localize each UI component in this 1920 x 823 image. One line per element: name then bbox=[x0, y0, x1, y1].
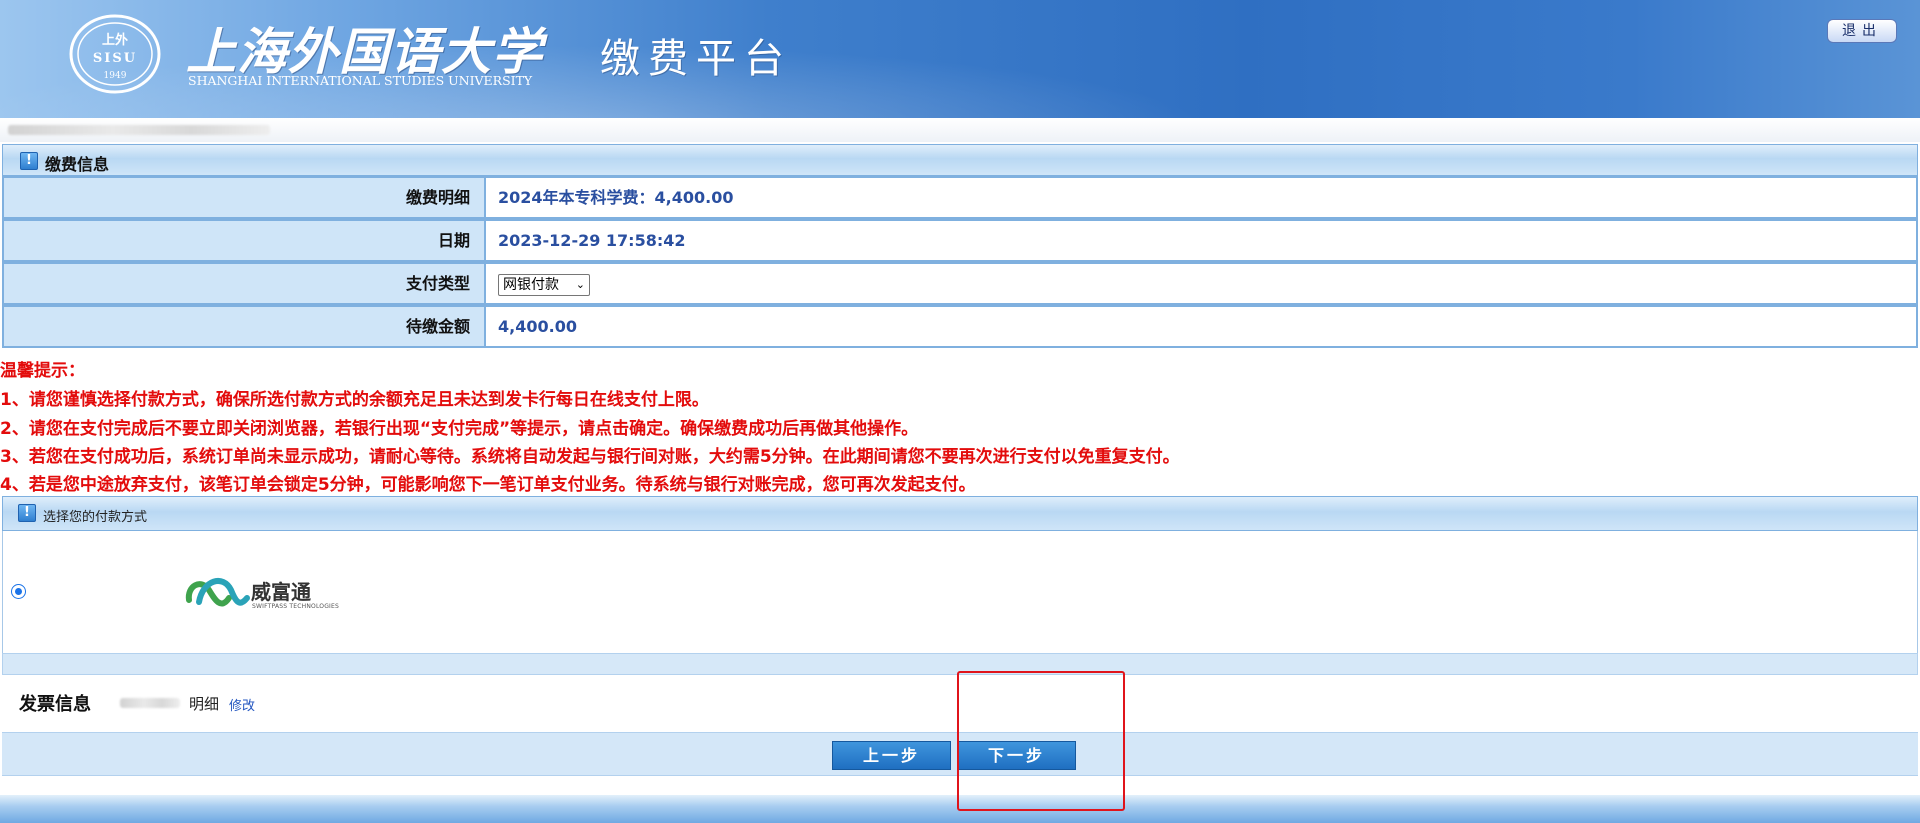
payment-method-title: 选择您的付款方式 bbox=[43, 510, 148, 525]
seal-year: 1949 bbox=[104, 71, 127, 81]
amount-due-value: 4,400.00 bbox=[484, 305, 1918, 348]
swiftpass-subtitle: SWIFTPASS TECHNOLOGIES bbox=[252, 603, 340, 610]
seal-text-mid: SISU bbox=[93, 51, 137, 66]
info-row-detail: 缴费明细 2024年本专科学费：4,400.00 bbox=[2, 176, 1918, 219]
header-banner: 上外 SISU 1949 上海外国语大学 SHANGHAI INTERNATIO… bbox=[0, 0, 1920, 118]
payment-method-header: ! 选择您的付款方式 bbox=[2, 496, 1918, 531]
payment-type-select[interactable]: 网银付款 ⌄ bbox=[498, 274, 590, 296]
previous-step-button[interactable]: 上一步 bbox=[832, 741, 951, 770]
info-icon: ! bbox=[20, 152, 38, 170]
payment-type-cell: 网银付款 ⌄ bbox=[484, 262, 1918, 305]
divider bbox=[2, 653, 1918, 675]
payment-info-header: ! 缴费信息 bbox=[2, 144, 1918, 176]
info-label: 日期 bbox=[2, 219, 486, 262]
university-seal-logo: 上外 SISU 1949 bbox=[69, 14, 161, 94]
tip-item: 3、若您在支付成功后，系统订单尚未显示成功，请耐心等待。系统将自动发起与银行间对… bbox=[0, 447, 1180, 467]
tip-item: 1、请您谨慎选择付款方式，确保所选付款方式的余额充足且未达到发卡行每日在线支付上… bbox=[0, 390, 709, 410]
tips-heading: 温馨提示： bbox=[0, 361, 85, 381]
tip-item: 4、若是您中途放弃支付，该笔订单会锁定5分钟，可能影响您下一笔订单支付业务。待系… bbox=[0, 475, 976, 495]
redacted-invoice-name bbox=[120, 698, 180, 708]
info-label: 支付类型 bbox=[2, 262, 486, 305]
payment-method-panel: 威富通 SWIFTPASS TECHNOLOGIES bbox=[2, 531, 1918, 653]
invoice-edit-link[interactable]: 修改 bbox=[229, 695, 255, 714]
invoice-title: 发票信息 bbox=[19, 694, 91, 715]
info-row-date: 日期 2023-12-29 17:58:42 bbox=[2, 219, 1918, 262]
redacted-user-info bbox=[8, 125, 270, 135]
next-step-button[interactable]: 下一步 bbox=[957, 741, 1076, 770]
info-row-amount-due: 待缴金额 4,400.00 bbox=[2, 305, 1918, 348]
info-label: 缴费明细 bbox=[2, 176, 486, 219]
bottom-spacer bbox=[0, 776, 1920, 795]
logout-button[interactable]: 退出 bbox=[1827, 19, 1897, 43]
date-value: 2023-12-29 17:58:42 bbox=[484, 219, 1918, 262]
university-name-cn: 上海外国语大学 bbox=[186, 22, 543, 81]
user-info-strip bbox=[0, 118, 1920, 142]
info-label: 待缴金额 bbox=[2, 305, 486, 348]
invoice-row: 发票信息 明细 修改 bbox=[2, 675, 1918, 732]
info-row-payment-type: 支付类型 网银付款 ⌄ bbox=[2, 262, 1918, 305]
fee-detail-value: 2024年本专科学费：4,400.00 bbox=[484, 176, 1918, 219]
swiftpass-name: 威富通 bbox=[251, 580, 311, 604]
button-row: 上一步 下一步 bbox=[2, 732, 1918, 776]
footer-bar bbox=[0, 795, 1920, 823]
payment-type-selected: 网银付款 bbox=[503, 277, 559, 293]
payment-info-title: 缴费信息 bbox=[45, 155, 110, 174]
seal-text-top: 上外 bbox=[102, 32, 128, 48]
university-name-en: SHANGHAI INTERNATIONAL STUDIES UNIVERSIT… bbox=[188, 73, 533, 88]
info-icon: ! bbox=[18, 504, 36, 522]
platform-title: 缴费平台 bbox=[600, 36, 792, 82]
chevron-down-icon: ⌄ bbox=[575, 278, 585, 291]
tip-item: 2、请您在支付完成后不要立即关闭浏览器，若银行出现“支付完成”等提示，请点击确定… bbox=[0, 419, 919, 439]
payment-option-radio[interactable] bbox=[11, 584, 26, 599]
invoice-detail: 明细 bbox=[189, 695, 220, 713]
